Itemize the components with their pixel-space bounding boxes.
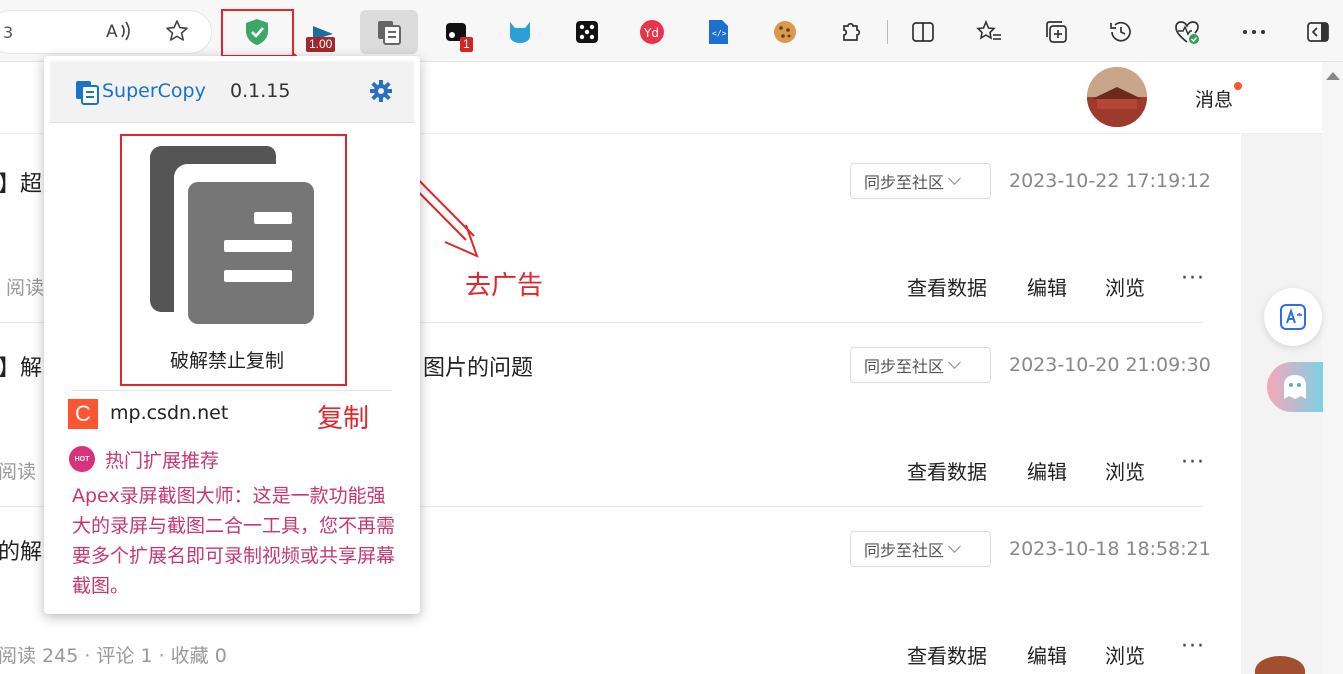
brand-name: SuperCopy	[102, 80, 206, 102]
hot-badge-icon: HOT	[69, 446, 95, 472]
csdn-logo-icon: C	[68, 399, 98, 429]
popup-divider	[72, 390, 392, 391]
annotation-copy: 复制	[317, 404, 370, 434]
version-label: 0.1.15	[230, 80, 291, 102]
site-domain: mp.csdn.net	[110, 402, 229, 424]
large-copy-icon	[150, 146, 314, 324]
hot-extensions-title[interactable]: 热门扩展推荐	[105, 446, 219, 473]
supercopy-popup: SuperCopy 0.1.15 破解禁止复制 C mp.csdn.net 复制…	[44, 56, 420, 614]
annotation-remove-ads: 去广告	[465, 271, 544, 301]
gear-icon[interactable]	[370, 80, 392, 106]
hot-extension-description[interactable]: Apex录屏截图大师：这是一款功能强大的录屏与截图二合一工具，您不再需要多个扩展…	[72, 481, 402, 601]
crack-copy-button[interactable]: 破解禁止复制	[120, 134, 347, 386]
supercopy-logo-icon	[74, 79, 100, 109]
crack-copy-label: 破解禁止复制	[170, 350, 285, 372]
